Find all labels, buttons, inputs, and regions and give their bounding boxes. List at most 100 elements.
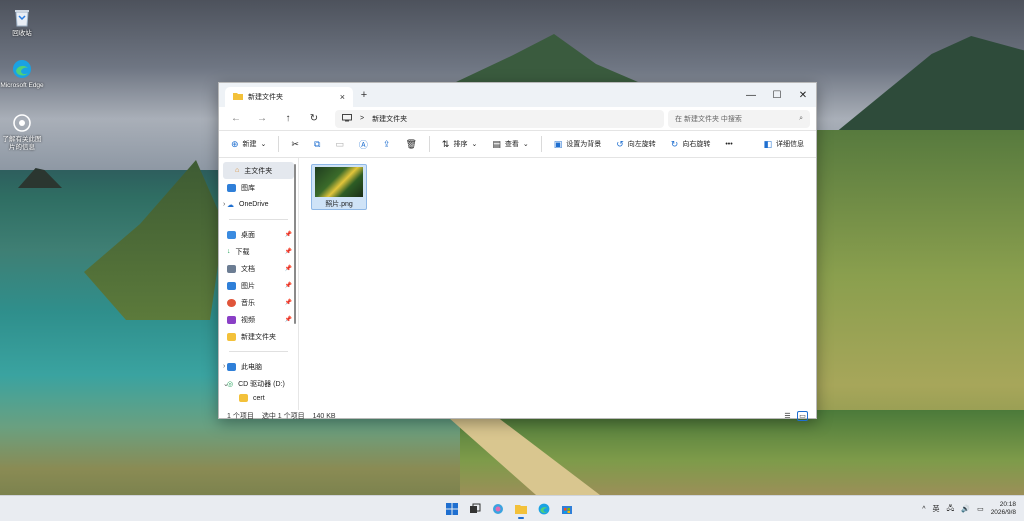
delete-icon: 🗑 — [405, 138, 417, 149]
set-background-button[interactable]: ▣ 设置为背景 — [548, 134, 608, 154]
share-button[interactable]: ⇪ — [377, 134, 397, 154]
chevron-right-icon[interactable]: › — [223, 363, 225, 370]
battery-icon[interactable]: ▭ — [977, 505, 984, 513]
rename-icon: Ⓐ — [358, 139, 368, 150]
pin-icon[interactable]: 📌 — [285, 316, 292, 323]
set-background-label: 设置为背景 — [566, 141, 602, 148]
pin-icon[interactable]: 📌 — [285, 282, 292, 289]
maximize-button[interactable]: ☐ — [764, 83, 790, 107]
selected-count: 选中 1 个项目 — [261, 413, 305, 420]
refresh-button[interactable]: ↻ — [303, 110, 325, 128]
share-icon: ⇪ — [382, 138, 391, 149]
sidebar-item-videos[interactable]: 视频 📌 — [219, 311, 298, 328]
desktop-icon-edge[interactable]: Microsoft Edge — [0, 58, 44, 90]
new-button[interactable]: ⊕ 新建 ⌄ — [225, 134, 272, 154]
delete-button[interactable]: 🗑 — [399, 134, 422, 154]
sidebar-item-label: 桌面 — [241, 231, 255, 239]
start-button[interactable] — [442, 499, 462, 519]
sort-button[interactable]: ⇅ 排序 ⌄ — [436, 134, 483, 154]
sidebar-item-home[interactable]: ⌂ 主文件夹 — [223, 162, 294, 179]
sidebar-item-pictures[interactable]: 图片 📌 — [219, 277, 298, 294]
tab-label: 新建文件夹 — [248, 94, 283, 101]
sidebar-item-cd-drive[interactable]: ⌄ ◎ CD 驱动器 (D:) — [219, 375, 298, 392]
sidebar-item-documents[interactable]: 文档 📌 — [219, 260, 298, 277]
desktop-icon-recycle-bin[interactable]: 回收站 — [0, 6, 44, 38]
rotate-left-button[interactable]: ↺ 向左旋转 — [610, 134, 662, 154]
new-label: 新建 — [242, 141, 257, 148]
chevron-right-icon[interactable]: › — [223, 201, 225, 208]
breadcrumb-folder[interactable]: 新建文件夹 — [372, 114, 407, 124]
sidebar-item-gallery[interactable]: 图库 — [219, 179, 298, 196]
sidebar-item-downloads[interactable]: ↓ 下载 📌 — [219, 243, 298, 260]
sidebar-item-this-pc[interactable]: › 此电脑 — [219, 358, 298, 375]
pin-icon[interactable]: 📌 — [285, 248, 292, 255]
network-icon[interactable]: 🖧 — [947, 504, 955, 515]
file-item[interactable]: 照片.png — [311, 164, 367, 210]
ime-indicator[interactable]: 英 — [933, 504, 940, 514]
clock[interactable]: 20:18 2026/9/8 — [991, 501, 1016, 517]
back-button[interactable]: ← — [225, 110, 247, 128]
sidebar-item-label: 视频 — [241, 316, 255, 324]
chevron-down-icon[interactable]: ⌄ — [223, 380, 229, 388]
clock-time: 20:18 — [999, 501, 1016, 508]
task-view-button[interactable] — [465, 499, 485, 519]
sort-icon: ⇅ — [441, 138, 450, 149]
search-input[interactable]: 在 新建文件夹 中搜索 ⌕ — [668, 109, 810, 128]
copy-button[interactable]: ⧉ — [308, 134, 326, 154]
file-thumbnail — [315, 167, 363, 197]
sidebar-item-label: 新建文件夹 — [241, 333, 276, 341]
edge-icon — [538, 503, 550, 515]
wallpaper-island — [84, 160, 224, 320]
sidebar-item-label: 主文件夹 — [244, 167, 273, 175]
forward-button[interactable]: → — [251, 110, 273, 128]
sidebar-item-music[interactable]: 音乐 📌 — [219, 294, 298, 311]
pin-icon[interactable]: 📌 — [285, 231, 292, 238]
close-window-button[interactable]: ✕ — [790, 83, 816, 107]
view-button[interactable]: ▤ 查看 ⌄ — [486, 134, 534, 154]
details-button[interactable]: ◧ 详细信息 — [757, 134, 810, 154]
document-icon — [227, 264, 236, 273]
desktop-icon — [227, 230, 236, 239]
large-icons-view-icon[interactable]: ▭ — [797, 411, 808, 421]
address-bar: ← → ↑ ↻ > 新建文件夹 在 新建文件夹 中搜索 ⌕ — [219, 107, 816, 131]
divider — [229, 219, 288, 220]
sidebar-item-label: 此电脑 — [241, 363, 262, 371]
rename-button[interactable]: Ⓐ — [353, 134, 374, 154]
chevron-down-icon: ⌄ — [260, 141, 267, 148]
sidebar-item-new-folder[interactable]: 新建文件夹 — [219, 328, 298, 345]
file-list: 照片.png — [299, 158, 816, 410]
copilot-button[interactable] — [488, 499, 508, 519]
wallpaper-icon: ▣ — [553, 138, 563, 149]
edge-taskbar-button[interactable] — [534, 499, 554, 519]
file-explorer-taskbar-button[interactable] — [511, 499, 531, 519]
close-tab-icon[interactable]: × — [340, 92, 345, 102]
title-bar: 新建文件夹 × + — ☐ ✕ — [219, 83, 816, 107]
chevron-up-icon[interactable]: ^ — [922, 506, 925, 513]
sidebar-item-onedrive[interactable]: › ☁ OneDrive — [219, 196, 298, 213]
rotate-right-button[interactable]: ↻ 向右旋转 — [665, 134, 717, 154]
up-button[interactable]: ↑ — [277, 110, 299, 128]
desktop-icon-spotlight[interactable]: 了解有关此图片的信息 — [0, 112, 44, 152]
search-icon: ⌕ — [799, 114, 803, 122]
rotate-right-icon: ↻ — [670, 138, 679, 149]
details-view-icon[interactable]: ☰ — [782, 411, 793, 421]
volume-icon[interactable]: 🔊 — [961, 505, 970, 513]
store-button[interactable] — [557, 499, 577, 519]
sidebar-item-label: 图片 — [241, 282, 255, 290]
minimize-button[interactable]: — — [738, 83, 764, 107]
pin-icon[interactable]: 📌 — [285, 299, 292, 306]
pin-icon[interactable]: 📌 — [285, 265, 292, 272]
sort-label: 排序 — [453, 141, 468, 148]
sidebar-item-desktop[interactable]: 桌面 📌 — [219, 226, 298, 243]
paste-button[interactable]: ▭ — [329, 134, 350, 154]
command-bar: ⊕ 新建 ⌄ ✂ ⧉ ▭ Ⓐ ⇪ 🗑 ⇅ 排序 ⌄ ▤ 查看 ⌄ ▣ 设置为背景… — [219, 131, 816, 158]
cut-button[interactable]: ✂ — [285, 134, 305, 154]
store-icon — [562, 506, 572, 514]
tab-new-folder[interactable]: 新建文件夹 × — [225, 87, 353, 107]
more-button[interactable]: ••• — [719, 134, 738, 154]
sidebar-item-cert[interactable]: cert — [219, 392, 298, 404]
sidebar-item-label: CD 驱动器 (D:) — [238, 380, 285, 388]
search-placeholder: 在 新建文件夹 中搜索 — [675, 115, 742, 123]
breadcrumb[interactable]: > 新建文件夹 — [335, 109, 664, 128]
new-tab-button[interactable]: + — [353, 83, 375, 107]
